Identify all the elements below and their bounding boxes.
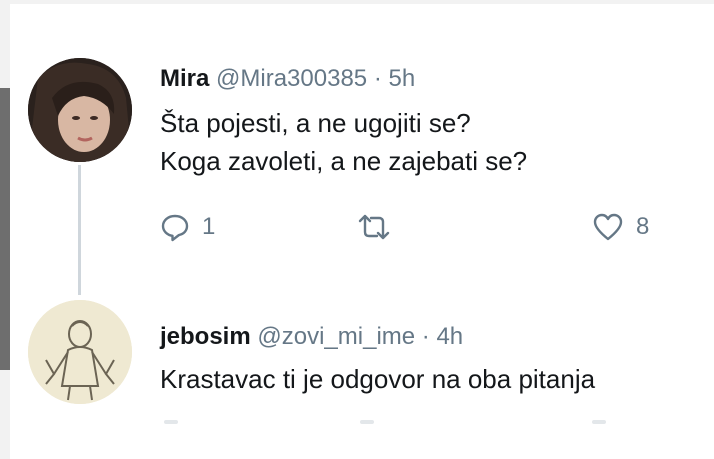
like-button[interactable]: 8 bbox=[592, 212, 649, 242]
avatar[interactable] bbox=[28, 300, 132, 404]
tweet-text: Krastavac ti je odgovor na oba pitanja bbox=[160, 360, 595, 398]
tweet-text-line: Šta pojesti, a ne ugojiti se? bbox=[160, 108, 471, 138]
tweet-text-line: Koga zavoleti, a ne zajebati se? bbox=[160, 146, 528, 176]
separator-dot: · bbox=[373, 65, 382, 92]
tweet-text: Šta pojesti, a ne ugojiti se? Koga zavol… bbox=[160, 104, 527, 180]
reply-icon bbox=[161, 214, 189, 242]
like-count: 8 bbox=[636, 213, 650, 240]
avatar-photo-icon bbox=[28, 58, 132, 162]
heart-icon bbox=[593, 213, 623, 241]
avatar[interactable] bbox=[28, 58, 132, 162]
tweet-header: Mira @Mira300385 · 5h bbox=[160, 64, 415, 94]
thread-connector-line bbox=[78, 165, 81, 295]
user-handle[interactable]: @Mira300385 bbox=[216, 65, 367, 92]
reply-count: 1 bbox=[202, 213, 216, 240]
display-name[interactable]: Mira bbox=[160, 65, 209, 92]
separator-dot: · bbox=[421, 323, 430, 350]
cut-off-action-row bbox=[160, 420, 680, 430]
timestamp[interactable]: 4h bbox=[436, 323, 463, 350]
avatar-sketch-icon bbox=[28, 300, 132, 404]
user-handle[interactable]: @zovi_mi_ime bbox=[257, 323, 415, 350]
tweet-header: jebosim @zovi_mi_ime · 4h bbox=[160, 322, 463, 352]
retweet-icon bbox=[358, 214, 390, 240]
left-edge-bar bbox=[0, 88, 10, 370]
retweet-button[interactable] bbox=[356, 212, 392, 242]
reply-button[interactable]: 1 bbox=[160, 212, 215, 242]
timestamp[interactable]: 5h bbox=[389, 65, 416, 92]
tweet-text-line: Krastavac ti je odgovor na oba pitanja bbox=[160, 364, 596, 394]
display-name[interactable]: jebosim bbox=[160, 323, 251, 350]
